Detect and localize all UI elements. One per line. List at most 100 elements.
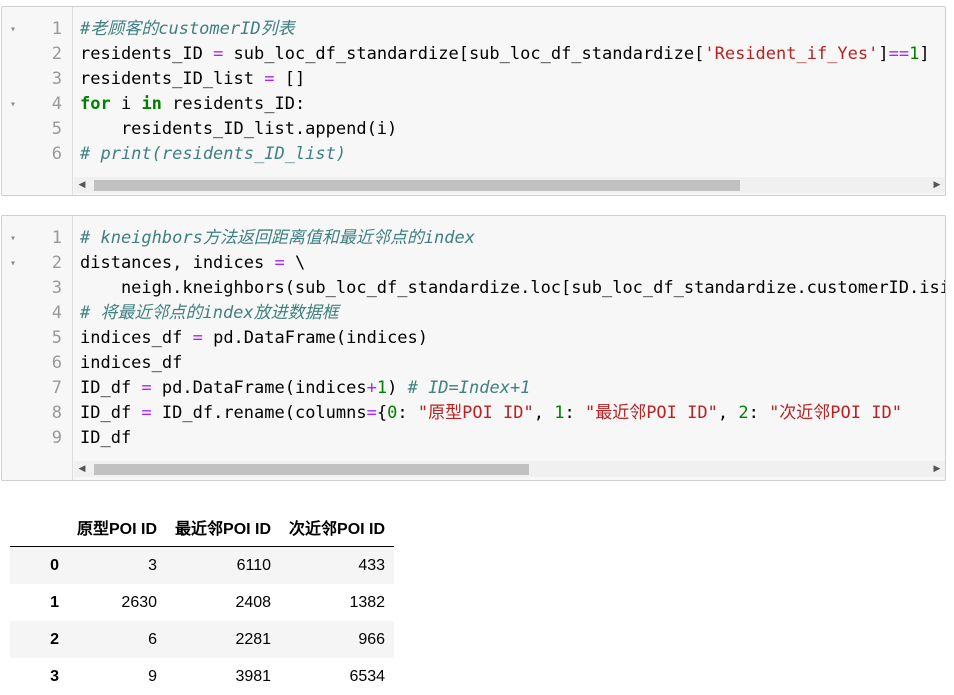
code-text[interactable]: indices_df bbox=[80, 351, 182, 376]
code-line[interactable]: 8 ID_df = ID_df.rename(columns={0: "原型POI… bbox=[2, 401, 945, 426]
line-number: 3 bbox=[51, 69, 62, 89]
code-line[interactable]: 5 residents_ID_list.append(i) bbox=[2, 117, 945, 142]
code-token: = bbox=[264, 69, 275, 89]
code-token: ID_df bbox=[80, 403, 142, 423]
code-token: = bbox=[141, 378, 152, 398]
table-cell: 6110 bbox=[236, 556, 272, 574]
table-cell: 1382 bbox=[349, 593, 386, 611]
code-text[interactable]: # 将最近邻点的index放进数据框 bbox=[80, 301, 339, 326]
horizontal-scrollbar[interactable]: ◀ ▶ bbox=[74, 177, 945, 193]
code-token: pd.DataFrame(indices bbox=[151, 378, 367, 398]
code-token: i bbox=[110, 94, 142, 114]
code-token: # 将最近邻点的index放进数据框 bbox=[80, 303, 339, 323]
table-row: 1 2630 2408 1382 bbox=[10, 584, 394, 621]
code-token: #老顾客的customerID列表 bbox=[80, 19, 295, 39]
code-line[interactable]: ▾ 4 for i in residents_ID: bbox=[2, 92, 945, 117]
line-number: 2 bbox=[51, 253, 62, 273]
scrollbar-thumb[interactable] bbox=[94, 464, 529, 475]
code-line[interactable]: 4 # 将最近邻点的index放进数据框 bbox=[2, 301, 945, 326]
code-cell-2[interactable]: ▾ 1 # kneighbors方法返回距离值和最近邻点的index ▾ 2 distan… bbox=[1, 215, 946, 481]
line-number: 5 bbox=[51, 119, 62, 139]
code-line[interactable]: 6 indices_df bbox=[2, 351, 945, 376]
code-text[interactable]: indices_df = pd.DataFrame(indices) bbox=[80, 326, 428, 351]
scrollbar-thumb[interactable] bbox=[94, 180, 740, 191]
code-line[interactable]: ▾ 1 #老顾客的customerID列表 bbox=[2, 17, 945, 42]
line-number: 8 bbox=[51, 403, 62, 423]
table-cell: 433 bbox=[358, 556, 386, 574]
code-token: 1 bbox=[376, 378, 388, 398]
code-token: : bbox=[564, 403, 585, 423]
table-cell: 3981 bbox=[235, 667, 272, 685]
line-number: 3 bbox=[51, 278, 62, 298]
code-text[interactable]: ID_df = ID_df.rename(columns={0: "原型POI … bbox=[80, 401, 902, 426]
horizontal-scrollbar[interactable]: ◀ ▶ bbox=[74, 461, 945, 477]
scroll-right-arrow-icon[interactable]: ▶ bbox=[929, 177, 945, 193]
column-header-second-nearest-poi-id: 次近邻POI ID bbox=[280, 508, 395, 547]
row-index: 3 bbox=[50, 667, 59, 685]
table-cell: 6534 bbox=[349, 667, 386, 685]
code-text[interactable]: #老顾客的customerID列表 bbox=[80, 17, 295, 42]
table-header-row: 原型POI ID 最近邻POI ID 次近邻POI ID bbox=[10, 508, 395, 547]
code-token: 'Resident_if_Yes' bbox=[704, 44, 879, 64]
code-text[interactable]: # print(residents_ID_list) bbox=[80, 142, 346, 167]
scroll-left-arrow-icon[interactable]: ◀ bbox=[74, 461, 90, 477]
code-line[interactable]: ▾ 1 # kneighbors方法返回距离值和最近邻点的index bbox=[2, 226, 945, 251]
line-number: 2 bbox=[51, 44, 62, 64]
code-line[interactable]: 6 # print(residents_ID_list) bbox=[2, 142, 945, 167]
code-text[interactable]: ID_df = pd.DataFrame(indices+1) # ID=Ind… bbox=[80, 376, 530, 401]
scroll-right-arrow-icon[interactable]: ▶ bbox=[929, 461, 945, 477]
code-token: # ID=Index+1 bbox=[407, 378, 531, 398]
code-token: + bbox=[366, 378, 377, 398]
code-text[interactable]: distances, indices = \ bbox=[80, 251, 305, 276]
table-cell: 2408 bbox=[235, 593, 272, 611]
code-line[interactable]: 5 indices_df = pd.DataFrame(indices) bbox=[2, 326, 945, 351]
code-text[interactable]: residents_ID_list.append(i) bbox=[80, 117, 397, 142]
code-cell-1[interactable]: ▾ 1 #老顾客的customerID列表 2 residents_ID = sub_l… bbox=[1, 6, 946, 196]
row-index: 0 bbox=[50, 556, 59, 574]
code-line[interactable]: ▾ 2 distances, indices = \ bbox=[2, 251, 945, 276]
code-text[interactable]: residents_ID_list = [] bbox=[80, 67, 305, 92]
code-token: 1 bbox=[909, 44, 920, 64]
code-line[interactable]: 7 ID_df = pd.DataFrame(indices+1) # ID=In… bbox=[2, 376, 945, 401]
code-line[interactable]: 3 residents_ID_list = [] bbox=[2, 67, 945, 92]
code-token: ID_df.rename(columns bbox=[151, 403, 367, 423]
code-line[interactable]: 2 residents_ID = sub_loc_df_standardize[s… bbox=[2, 42, 945, 67]
code-token: = bbox=[192, 328, 203, 348]
code-text[interactable]: # kneighbors方法返回距离值和最近邻点的index bbox=[80, 226, 475, 251]
column-header-prototype-poi-id: 原型POI ID bbox=[68, 508, 167, 547]
output-dataframe: 原型POI ID 最近邻POI ID 次近邻POI ID 0 3 6110 43… bbox=[10, 508, 395, 695]
code-line[interactable]: 3 neigh.kneighbors(sub_loc_df_standardiz… bbox=[2, 276, 945, 301]
code-text[interactable]: ID_df bbox=[80, 426, 131, 451]
fold-toggle-icon[interactable]: ▾ bbox=[7, 226, 19, 251]
table-cell: 2630 bbox=[121, 593, 158, 611]
fold-toggle-icon[interactable]: ▾ bbox=[7, 251, 19, 276]
fold-toggle-icon[interactable]: ▾ bbox=[7, 17, 19, 42]
code-token: indices_df bbox=[80, 353, 183, 373]
code-line[interactable]: 9 ID_df bbox=[2, 426, 945, 451]
line-number: 4 bbox=[51, 94, 62, 114]
code-text[interactable]: neigh.kneighbors(sub_loc_df_standardize.… bbox=[80, 276, 946, 301]
code-token: , bbox=[533, 403, 555, 423]
code-token: : bbox=[748, 403, 770, 423]
table-cell: 6 bbox=[148, 630, 158, 648]
code-text[interactable]: residents_ID = sub_loc_df_standardize[su… bbox=[80, 42, 930, 67]
code-token: "最近邻POI ID" bbox=[584, 403, 718, 423]
code-token: = bbox=[274, 253, 285, 273]
line-number: 5 bbox=[51, 328, 62, 348]
code-token: neigh.kneighbors(sub_loc_df_standardize.… bbox=[80, 278, 946, 298]
scroll-left-arrow-icon[interactable]: ◀ bbox=[74, 177, 90, 193]
code-token: ID_df bbox=[80, 428, 132, 448]
code-token: 1 bbox=[554, 403, 565, 423]
fold-toggle-icon[interactable]: ▾ bbox=[7, 92, 19, 117]
line-number: 6 bbox=[51, 144, 62, 164]
line-number: 6 bbox=[51, 353, 62, 373]
table-cell: 9 bbox=[148, 667, 158, 685]
line-number: 7 bbox=[51, 378, 62, 398]
code-token: 0 bbox=[387, 403, 398, 423]
row-index: 1 bbox=[50, 593, 59, 611]
code-token: "次近邻POI ID" bbox=[769, 403, 902, 423]
column-header-nearest-poi-id: 最近邻POI ID bbox=[166, 508, 281, 547]
code-text[interactable]: for i in residents_ID: bbox=[80, 92, 305, 117]
code-token: ) bbox=[387, 378, 408, 398]
code-token: , bbox=[717, 403, 739, 423]
